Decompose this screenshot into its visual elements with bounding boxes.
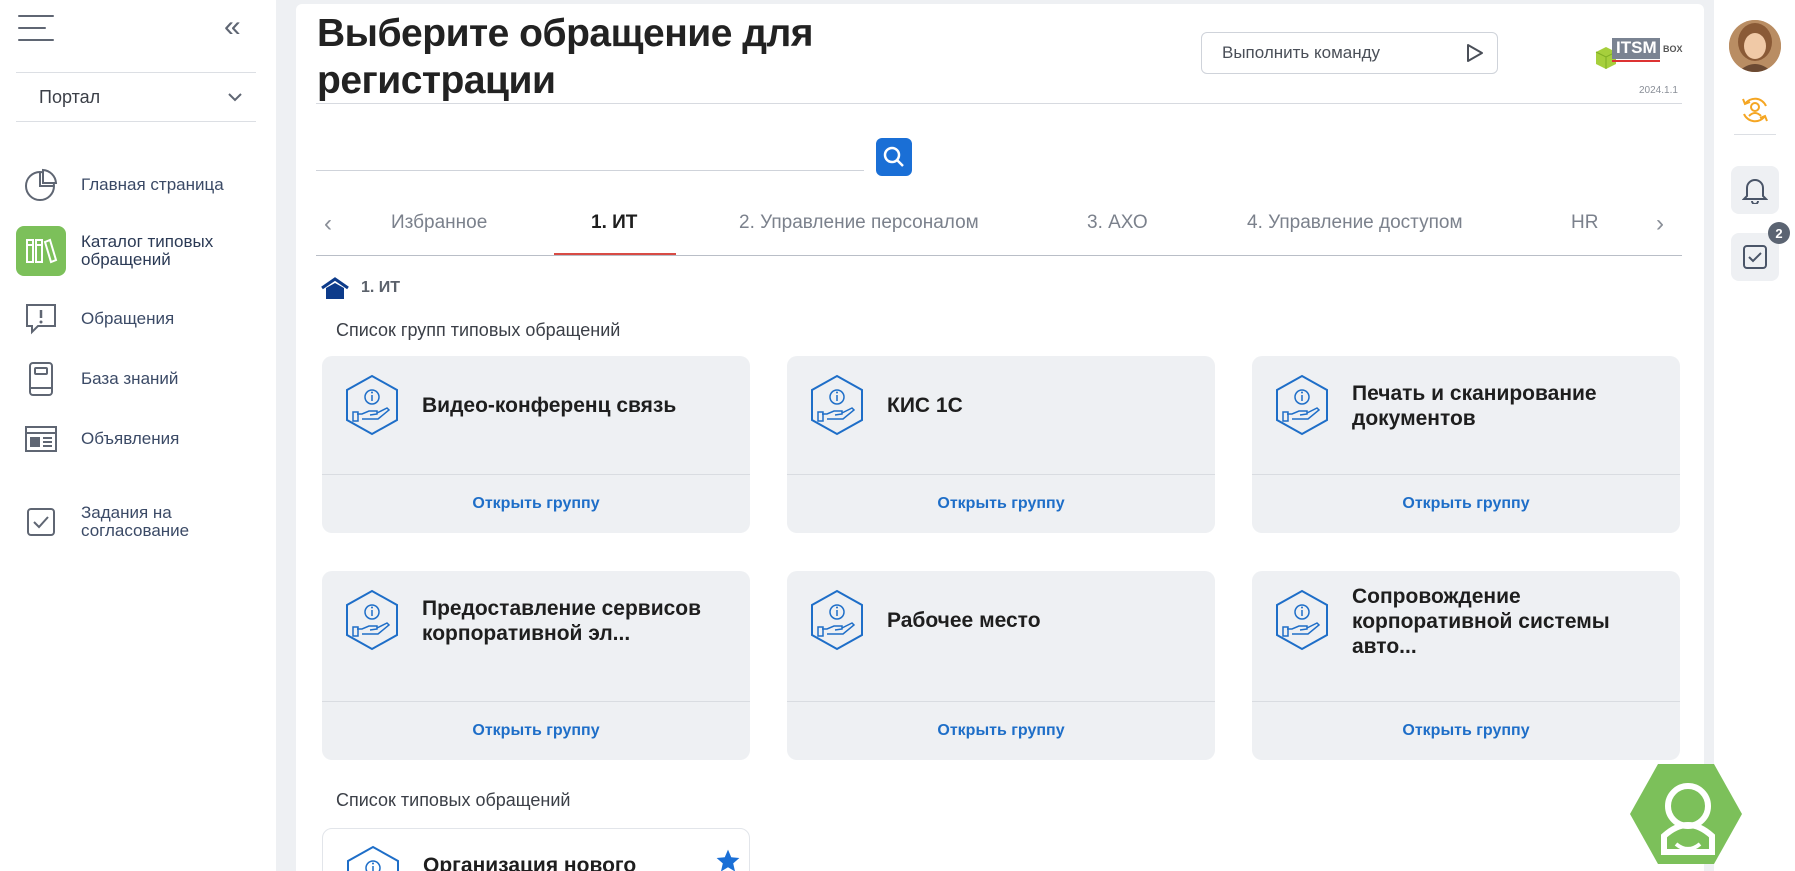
- group-title[interactable]: Рабочее место: [887, 608, 1187, 633]
- sidebar: « Портал Главная страница Каталог типовы…: [0, 0, 276, 871]
- logo-suffix: BOX: [1663, 44, 1683, 54]
- sidebar-item-announcements[interactable]: Объявления: [16, 414, 266, 464]
- open-group-link[interactable]: Открыть группу: [787, 475, 1215, 533]
- sidebar-item-approval-tasks[interactable]: Задания на согласование: [16, 497, 266, 547]
- breadcrumb: 1. ИТ: [321, 276, 400, 300]
- sidebar-item-label: Обращения: [81, 309, 175, 328]
- tabs-prev-icon[interactable]: ‹: [324, 210, 332, 238]
- tab-hr-management[interactable]: 2. Управление персоналом: [739, 212, 979, 234]
- play-icon[interactable]: [1463, 42, 1485, 64]
- portal-select-value: Портал: [39, 86, 101, 107]
- info-hand-icon: [811, 589, 863, 651]
- sidebar-item-label: База знаний: [81, 369, 179, 388]
- info-hand-icon: [346, 589, 398, 651]
- collapse-sidebar-icon[interactable]: «: [224, 12, 241, 42]
- open-group-link[interactable]: Открыть группу: [322, 702, 750, 760]
- portal-select[interactable]: Портал: [16, 72, 256, 122]
- books-icon: [16, 226, 66, 276]
- info-hand-icon: [346, 374, 398, 436]
- group-card: Предоставление сервисов корпоративной эл…: [322, 571, 750, 760]
- star-icon[interactable]: [715, 848, 741, 871]
- book-icon: [16, 354, 66, 404]
- open-group-link[interactable]: Открыть группу: [1252, 702, 1680, 760]
- search-button[interactable]: [876, 138, 912, 176]
- info-hand-icon: [1276, 589, 1328, 651]
- sidebar-item-label: Объявления: [81, 429, 180, 448]
- group-card: Видео-конференц связь Открыть группу: [322, 356, 750, 533]
- home-icon[interactable]: [321, 276, 349, 300]
- logo-text: ITSM: [1616, 38, 1657, 57]
- tab-it[interactable]: 1. ИТ: [591, 212, 637, 234]
- group-card: Печать и сканирование документов Открыть…: [1252, 356, 1680, 533]
- right-toolbar: 2: [1714, 0, 1795, 871]
- tab-access-management[interactable]: 4. Управление доступом: [1247, 212, 1463, 234]
- request-card[interactable]: Организация нового: [322, 828, 750, 871]
- group-title[interactable]: Видео-конференц связь: [422, 393, 722, 418]
- pie-chart-icon: [16, 160, 66, 210]
- search-icon: [883, 146, 904, 167]
- info-hand-icon: [1276, 374, 1328, 436]
- group-card: Сопровождение корпоративной системы авто…: [1252, 571, 1680, 760]
- tab-hr[interactable]: HR: [1571, 212, 1598, 234]
- group-card: Рабочее место Открыть группу: [787, 571, 1215, 760]
- sidebar-item-catalog[interactable]: Каталог типовых обращений: [16, 226, 266, 276]
- tab-favorites[interactable]: Избранное: [391, 212, 487, 234]
- info-hand-icon: [347, 845, 399, 871]
- info-hand-icon: [811, 374, 863, 436]
- sidebar-item-home[interactable]: Главная страница: [16, 160, 266, 210]
- sidebar-item-knowledge-base[interactable]: База знаний: [16, 354, 266, 404]
- bell-icon[interactable]: [1731, 166, 1779, 214]
- checkbox-icon: [16, 497, 66, 547]
- itsm-logo: ITSM BOX: [1594, 34, 1684, 74]
- sidebar-item-label: Главная страница: [81, 175, 224, 194]
- open-group-link[interactable]: Открыть группу: [787, 702, 1215, 760]
- command-input[interactable]: Выполнить команду: [1201, 32, 1498, 74]
- group-title[interactable]: КИС 1С: [887, 393, 1187, 418]
- avatar[interactable]: [1729, 20, 1781, 72]
- rightbar-divider: [1734, 134, 1776, 135]
- tab-aho[interactable]: 3. АХО: [1087, 212, 1148, 234]
- page-title: Выберите обращение для регистрации: [317, 12, 814, 102]
- chat-bot-button[interactable]: [1628, 762, 1744, 871]
- group-card: КИС 1С Открыть группу: [787, 356, 1215, 533]
- header-divider: [316, 103, 1682, 104]
- sidebar-item-label: Каталог типовых обращений: [81, 232, 214, 269]
- open-group-link[interactable]: Открыть группу: [322, 475, 750, 533]
- user-sync-icon[interactable]: [1731, 86, 1779, 134]
- group-title[interactable]: Сопровождение корпоративной системы авто…: [1352, 584, 1652, 659]
- request-title[interactable]: Организация нового: [423, 854, 636, 871]
- category-tabs: ‹ Избранное 1. ИТ 2. Управление персонал…: [316, 200, 1682, 256]
- search-input[interactable]: [316, 170, 864, 171]
- tabs-next-icon[interactable]: ›: [1656, 210, 1664, 238]
- group-title[interactable]: Печать и сканирование документов: [1352, 381, 1652, 431]
- breadcrumb-current: 1. ИТ: [361, 279, 401, 296]
- active-tab-indicator: [554, 253, 676, 255]
- tasks-count-badge: 2: [1768, 222, 1790, 244]
- menu-icon[interactable]: [18, 15, 54, 41]
- chevron-down-icon: [228, 93, 242, 102]
- chat-bot-icon: [1630, 764, 1742, 864]
- newspaper-icon: [16, 414, 66, 464]
- message-alert-icon: [16, 294, 66, 344]
- version-label: 2024.1.1: [1639, 85, 1678, 96]
- open-group-link[interactable]: Открыть группу: [1252, 475, 1680, 533]
- requests-heading: Список типовых обращений: [336, 790, 571, 810]
- command-input-placeholder: Выполнить команду: [1222, 43, 1381, 62]
- groups-heading: Список групп типовых обращений: [336, 320, 621, 340]
- sidebar-item-requests[interactable]: Обращения: [16, 294, 266, 344]
- main-panel: Выберите обращение для регистрации Выпол…: [296, 4, 1704, 871]
- sidebar-item-label: Задания на согласование: [81, 503, 190, 540]
- group-title[interactable]: Предоставление сервисов корпоративной эл…: [422, 596, 722, 646]
